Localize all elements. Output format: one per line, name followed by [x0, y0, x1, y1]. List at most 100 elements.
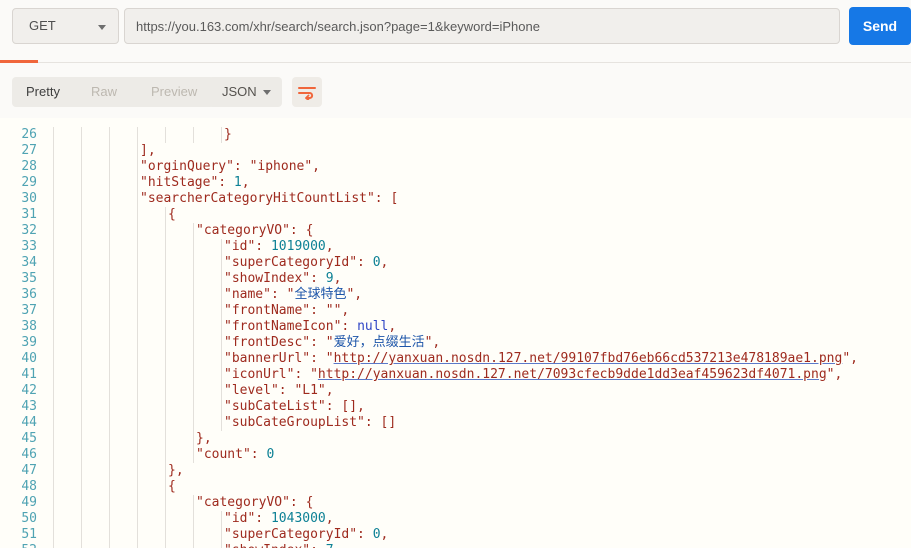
method-select[interactable]: GET [12, 8, 119, 44]
indent-guide [82, 191, 110, 207]
url-link[interactable]: http://yanxuan.nosdn.127.net/7093cfecb9d… [318, 367, 827, 382]
indent-guide [138, 463, 166, 479]
indent-guide [82, 175, 110, 191]
indent-guide [54, 159, 82, 175]
line-number: 34 [21, 255, 37, 270]
indent-guide [110, 351, 138, 367]
indent-guide [82, 303, 110, 319]
indent-guide [110, 511, 138, 527]
indent-guide [82, 127, 110, 143]
code-token: , [325, 511, 334, 526]
send-button[interactable]: Send [849, 7, 911, 45]
indent-guide [82, 367, 110, 383]
code-token: "hitStage": [140, 175, 234, 190]
indent-guide [166, 127, 194, 143]
indent-guide [166, 415, 194, 431]
indent-guide [54, 511, 82, 527]
code-line: 48 { [0, 479, 911, 495]
indent-guide [110, 143, 138, 159]
code-line: 42 "level": "L1", [0, 383, 911, 399]
code-line: 30 "searcherCategoryHitCountList": [ [0, 191, 911, 207]
wrap-text-button[interactable] [292, 77, 322, 107]
indent-guide [194, 127, 222, 143]
line-number: 26 [21, 127, 37, 142]
indent-guide [54, 175, 82, 191]
format-select[interactable]: JSON [208, 77, 282, 107]
tab-raw[interactable]: Raw [74, 77, 134, 107]
tab-pretty[interactable]: Pretty [12, 77, 74, 107]
chevron-down-icon [98, 25, 106, 30]
indent-guide [54, 447, 82, 463]
indent-guide [138, 527, 166, 543]
line-number: 29 [21, 175, 37, 190]
code-token: "frontName": "", [224, 303, 350, 318]
indent-guide [82, 287, 110, 303]
indent-guide [138, 367, 166, 383]
code-line: 29 "hitStage": 1, [0, 175, 911, 191]
url-link[interactable]: http://yanxuan.nosdn.127.net/99107fbd76e… [334, 351, 843, 366]
code-line: 31 { [0, 207, 911, 223]
indent-guide [54, 479, 82, 495]
code-line: 45}, [0, 431, 911, 447]
response-body-editor[interactable]: 26} 27], 28 "orginQuery": "iphone", 29 "hitSt… [0, 118, 911, 548]
code-token: "subCateList": [], [224, 399, 365, 414]
code-token: 0 [266, 447, 275, 462]
code-token: , [333, 271, 342, 286]
indent-guide [82, 239, 110, 255]
code-line: 38 "frontNameIcon": null, [0, 319, 911, 335]
indent-guide [110, 543, 138, 548]
indent-guide [82, 447, 110, 463]
code-token: ", [842, 351, 858, 366]
indent-guide [138, 255, 166, 271]
code-token: "id": [224, 511, 271, 526]
indent-guide [54, 287, 82, 303]
indent-guide [194, 287, 222, 303]
line-number: 41 [21, 367, 37, 382]
code-token: { [168, 207, 176, 222]
indent-guide [110, 239, 138, 255]
indent-guide [166, 511, 194, 527]
code-token: null [357, 319, 389, 334]
code-token: , [325, 239, 334, 254]
indent-guide [166, 383, 194, 399]
wrap-text-icon [292, 85, 322, 100]
indent-guide [110, 207, 138, 223]
indent-guide [194, 303, 222, 319]
indent-guide [194, 239, 222, 255]
url-input[interactable] [124, 8, 840, 44]
indent-guide [54, 495, 82, 511]
code-token: ], [140, 143, 156, 158]
indent-guide [82, 463, 110, 479]
code-line: 33 "id": 1019000, [0, 239, 911, 255]
code-token: "superCategoryId": [224, 527, 373, 542]
indent-guide [82, 527, 110, 543]
line-number: 45 [21, 431, 37, 446]
indent-guide [82, 255, 110, 271]
code-token: , [388, 319, 397, 334]
indent-guide [54, 383, 82, 399]
code-token: 0 [372, 527, 381, 542]
code-line: 40 "bannerUrl": "http://yanxuan.nosdn.127… [0, 351, 911, 367]
indent-guide [138, 271, 166, 287]
indent-guide [138, 319, 166, 335]
code-lines: 26} 27], 28 "orginQuery": "iphone", 29 "hitSt… [0, 127, 911, 548]
indent-guide [82, 431, 110, 447]
code-token: "searcherCategoryHitCountList": [ [140, 191, 399, 206]
line-number: 36 [21, 287, 37, 302]
indent-guide [166, 223, 194, 239]
indent-guide [54, 127, 82, 143]
tab-preview[interactable]: Preview [134, 77, 214, 107]
code-token: "id": [224, 239, 271, 254]
code-token: 0 [372, 255, 381, 270]
indent-guide [166, 319, 194, 335]
indent-guide [110, 479, 138, 495]
indent-guide [54, 351, 82, 367]
indent-guide [110, 255, 138, 271]
indent-guide [110, 463, 138, 479]
indent-guide [166, 399, 194, 415]
indent-guide [54, 271, 82, 287]
indent-guide [138, 431, 166, 447]
indent-guide [82, 415, 110, 431]
line-number: 43 [21, 399, 37, 414]
response-toolbar: Pretty Raw Preview JSON [0, 63, 911, 118]
